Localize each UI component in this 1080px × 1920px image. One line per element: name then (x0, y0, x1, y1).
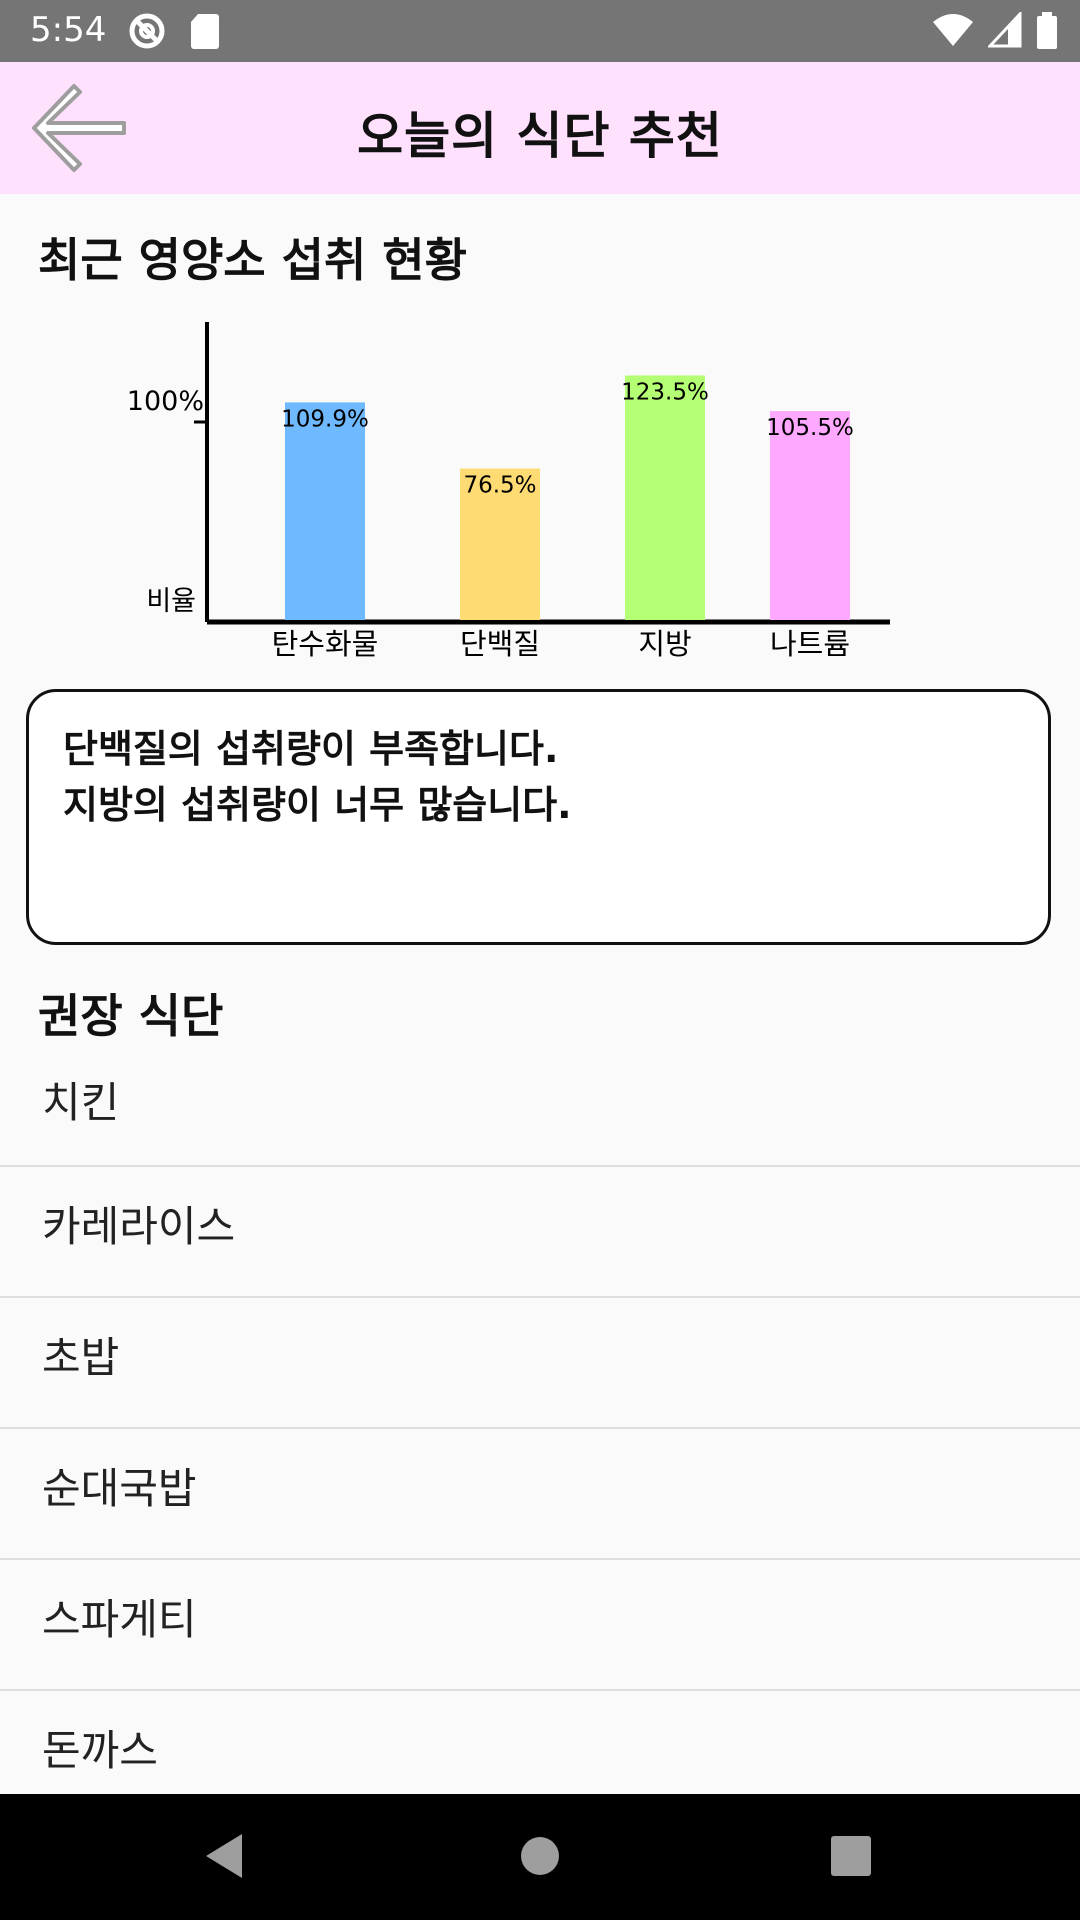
system-nav-bar (0, 1794, 1080, 1920)
list-item[interactable]: 카레라이스 (0, 1167, 1080, 1298)
status-bar: 5:54 (0, 0, 1080, 62)
list-item[interactable]: 치킨 (0, 1047, 1080, 1167)
list-item[interactable]: 스파게티 (0, 1560, 1080, 1691)
battery-icon (1037, 12, 1057, 49)
wifi-icon (933, 14, 973, 46)
sync-off-icon (129, 13, 165, 49)
recommend-list: 치킨 카레라이스 초밥 순대국밥 스파게티 돈까스 (0, 1047, 1080, 1820)
app-bar: 오늘의 식단 추천 (0, 62, 1080, 194)
sd-card-icon (191, 14, 219, 49)
advice-line: 단백질의 섭취량이 부족합니다. (63, 727, 559, 771)
nutrition-bar-chart: 100% 비율 109.9% 탄수화물 76.5% 단백질 123.5% 지방 105.5%… (127, 322, 890, 661)
bar-value-label: 76.5% (463, 473, 536, 499)
cell-signal-icon (988, 12, 1022, 48)
list-item[interactable]: 순대국밥 (0, 1429, 1080, 1560)
x-category-label: 지방 (638, 627, 691, 661)
bar-1 (285, 402, 365, 620)
list-item[interactable]: 초밥 (0, 1298, 1080, 1429)
y-tick-label: 100% (127, 386, 204, 417)
recommend-section-title: 권장 식단 (38, 989, 224, 1043)
nav-home-icon[interactable] (520, 1832, 560, 1880)
nav-back-icon[interactable] (204, 1832, 244, 1880)
nutrition-section-title: 최근 영양소 섭취 현황 (38, 233, 467, 287)
bar-value-label: 109.9% (281, 406, 369, 432)
page-title: 오늘의 식단 추천 (357, 107, 723, 165)
bar-4 (770, 411, 850, 620)
bar-3 (625, 375, 705, 620)
x-category-label: 나트륨 (770, 627, 850, 661)
bar-value-label: 123.5% (621, 379, 709, 405)
nutrition-advice-box: 단백질의 섭취량이 부족합니다. 지방의 섭취량이 너무 많습니다. (26, 689, 1051, 945)
status-time: 5:54 (30, 10, 107, 50)
x-category-label: 단백질 (460, 627, 540, 661)
nav-recents-icon[interactable] (830, 1832, 872, 1880)
bar-value-label: 105.5% (766, 415, 854, 441)
y-axis-label: 비율 (146, 586, 196, 617)
advice-line: 지방의 섭취량이 너무 많습니다. (63, 783, 572, 827)
x-category-label: 탄수화물 (272, 627, 379, 661)
